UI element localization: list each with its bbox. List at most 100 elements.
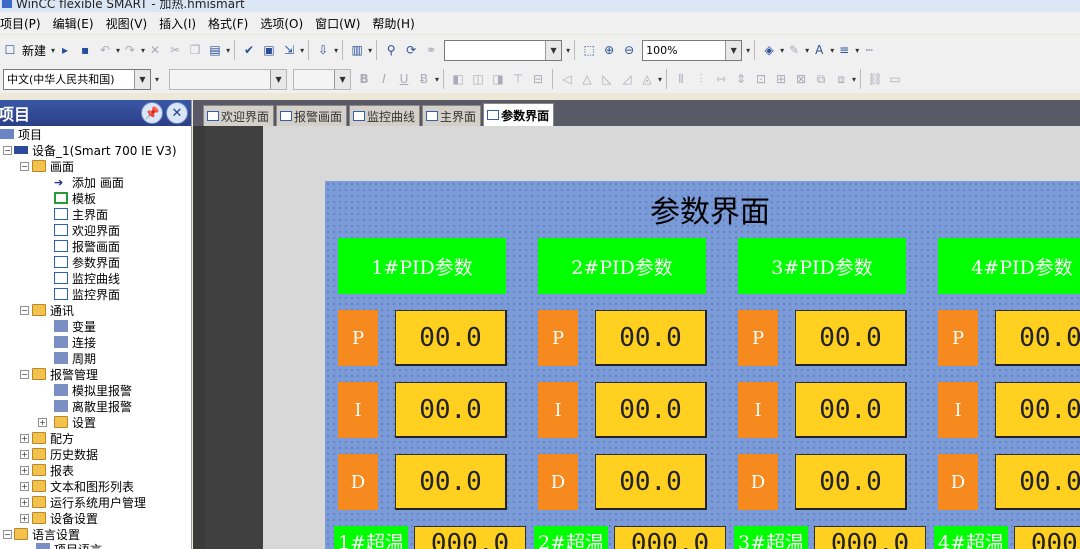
ungroup-icon[interactable]: ⧈ <box>833 69 849 89</box>
distribute-v-icon[interactable]: ⫶ <box>693 69 709 89</box>
tab-params[interactable]: 参数界面 <box>483 103 555 126</box>
object-select-combo[interactable]: ▼ <box>444 39 563 61</box>
check-icon[interactable]: ✔ <box>241 40 257 60</box>
cut-icon[interactable]: ✂ <box>167 40 183 60</box>
redo-icon[interactable]: ↷ <box>122 40 138 60</box>
collapse-icon[interactable]: − <box>3 530 12 539</box>
arrange-icon[interactable]: ▭ <box>887 69 903 89</box>
rotate-dropdown-icon[interactable]: ▾ <box>658 75 662 84</box>
line-style-icon[interactable]: ┅ <box>861 40 877 60</box>
transfer-dropdown-icon[interactable]: ▾ <box>300 46 304 55</box>
tree-tags[interactable]: 变量 <box>54 318 96 334</box>
tree-screen-welcome[interactable]: 欢迎界面 <box>54 222 120 238</box>
library-dropdown-icon[interactable]: ▾ <box>368 46 372 55</box>
cross-ref-icon[interactable]: ⚭ <box>423 40 439 60</box>
tree-add-screen[interactable]: ➔ 添加 画面 <box>54 174 124 190</box>
center-h-icon[interactable]: ⊞ <box>773 69 789 89</box>
fill-dropdown-icon[interactable]: ▾ <box>780 46 784 55</box>
tree-template[interactable]: 模板 <box>54 190 96 206</box>
tree-text-graphic-lists[interactable]: 文本和图形列表 <box>32 478 134 494</box>
redo-dropdown-icon[interactable]: ▾ <box>141 46 145 55</box>
find-icon[interactable]: ⚲ <box>383 40 399 60</box>
tree-cycles[interactable]: 周期 <box>54 350 96 366</box>
tab-main[interactable]: 主界面 <box>422 105 482 126</box>
pin-icon[interactable]: 📌 <box>141 102 163 124</box>
pid-i-field-3[interactable]: 00.0 <box>795 382 907 438</box>
tree-reports[interactable]: 报表 <box>32 462 74 478</box>
expand-icon[interactable]: + <box>20 498 29 507</box>
layout-dropdown-icon[interactable]: ▾ <box>852 75 856 84</box>
pid-i-field-1[interactable]: 00.0 <box>395 382 507 438</box>
rotate-left-icon[interactable]: ◺ <box>599 69 615 89</box>
menu-edit[interactable]: 编辑(E) <box>53 15 98 32</box>
pid-d-field-3[interactable]: 00.0 <box>795 454 907 510</box>
object-dropdown-icon[interactable]: ▾ <box>566 46 570 55</box>
expand-icon[interactable]: + <box>20 514 29 523</box>
same-size-icon[interactable]: ⊡ <box>753 69 769 89</box>
menu-help[interactable]: 帮助(H) <box>372 15 418 32</box>
open-icon[interactable]: ▸ <box>57 40 73 60</box>
tree-project-languages[interactable]: 项目语言 <box>36 541 102 549</box>
tree-history[interactable]: 历史数据 <box>32 446 98 462</box>
font-color-icon[interactable]: A <box>811 40 827 60</box>
overtemp-field-3[interactable]: 000.0 <box>814 526 926 549</box>
language-combo[interactable]: 中文(中华人民共和国) ▼ <box>3 68 151 90</box>
overtemp-field-2[interactable]: 000.0 <box>614 526 726 549</box>
center-v-icon[interactable]: ⊠ <box>793 69 809 89</box>
expand-icon[interactable]: + <box>38 418 47 427</box>
font-dropdown-icon[interactable]: ▾ <box>830 46 834 55</box>
strike-icon[interactable]: Ƀ <box>416 69 432 89</box>
link-icon[interactable]: ⛓ <box>867 69 883 89</box>
tab-welcome[interactable]: 欢迎界面 <box>203 105 275 126</box>
paste-icon[interactable]: ▤ <box>207 40 223 60</box>
chevron-down-icon[interactable]: ▼ <box>725 40 742 60</box>
zoom-out-icon[interactable]: ⊖ <box>621 40 637 60</box>
pid-i-field-4[interactable]: 00.0 <box>995 382 1080 438</box>
chevron-down-icon[interactable]: ▼ <box>134 69 150 89</box>
pid-p-field-3[interactable]: 00.0 <box>795 310 907 366</box>
tree-runtime-users[interactable]: 运行系统用户管理 <box>32 494 146 510</box>
chevron-down-icon[interactable]: ▼ <box>545 40 562 60</box>
menu-options[interactable]: 选项(O) <box>260 15 307 32</box>
line-color-icon[interactable]: ✎ <box>786 40 802 60</box>
tree-alarm-folder[interactable]: 报警管理 <box>32 366 98 382</box>
align-left-icon[interactable]: ◧ <box>450 69 466 89</box>
chevron-down-icon[interactable]: ▼ <box>334 69 351 89</box>
download-dropdown-icon[interactable]: ▾ <box>334 46 338 55</box>
tree-screen-monitor[interactable]: 监控界面 <box>54 286 120 302</box>
tree-screens-folder[interactable]: 画面 <box>32 158 74 174</box>
menu-format[interactable]: 格式(F) <box>208 15 252 32</box>
transfer-icon[interactable]: ⇲ <box>281 40 297 60</box>
pid-d-field-1[interactable]: 00.0 <box>395 454 507 510</box>
line-width-icon[interactable]: ≡ <box>836 40 852 60</box>
tree-analog-alarms[interactable]: 模拟里报警 <box>54 382 132 398</box>
same-height-icon[interactable]: ⇕ <box>733 69 749 89</box>
tree-root[interactable]: 项目 <box>0 126 42 142</box>
pid-i-field-2[interactable]: 00.0 <box>595 382 707 438</box>
tree-discrete-alarms[interactable]: 离散里报警 <box>54 398 132 414</box>
rotate-icon[interactable]: ◬ <box>639 69 655 89</box>
menu-view[interactable]: 视图(V) <box>106 15 152 32</box>
copy-icon[interactable]: ❐ <box>187 40 203 60</box>
new-button[interactable]: 新建 <box>22 42 46 59</box>
tree-device-settings[interactable]: 设备设置 <box>32 510 98 526</box>
zoom-combo[interactable]: 100% ▼ <box>642 39 743 61</box>
tree-screen-curve[interactable]: 监控曲线 <box>54 270 120 286</box>
collapse-icon[interactable]: − <box>20 370 29 379</box>
expand-icon[interactable]: + <box>20 434 29 443</box>
distribute-h-icon[interactable]: ⫴ <box>673 69 689 89</box>
pid-p-field-2[interactable]: 00.0 <box>595 310 707 366</box>
delete-icon[interactable]: ✕ <box>147 40 163 60</box>
tree-connections[interactable]: 连接 <box>54 334 96 350</box>
menu-window[interactable]: 窗口(W) <box>315 15 364 32</box>
undo-dropdown-icon[interactable]: ▾ <box>116 46 120 55</box>
library-icon[interactable]: ▥ <box>349 40 365 60</box>
save-icon[interactable]: ▪ <box>77 40 93 60</box>
new-dropdown-icon[interactable]: ▾ <box>51 46 55 55</box>
tree-device[interactable]: 设备_1(Smart 700 IE V3) <box>14 142 177 158</box>
bold-icon[interactable]: B <box>356 69 372 89</box>
font-name-combo[interactable]: ▼ <box>169 68 288 90</box>
collapse-icon[interactable]: − <box>20 306 29 315</box>
align-middle-icon[interactable]: ⊟ <box>530 69 546 89</box>
tree-alarm-settings[interactable]: 设置 <box>54 414 96 430</box>
